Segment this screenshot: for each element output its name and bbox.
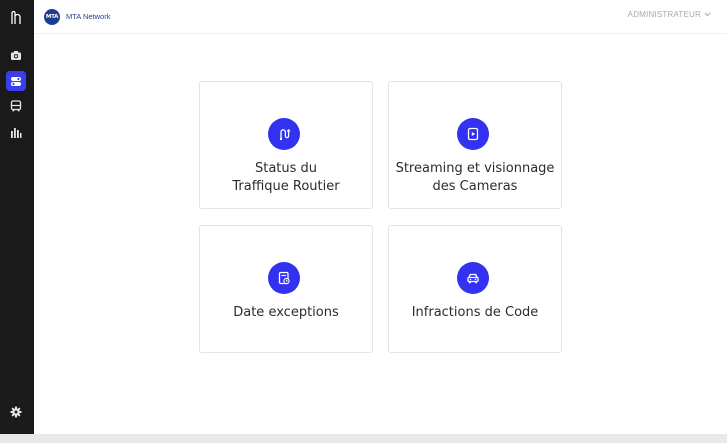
card-label: Status du Traffique Routier — [232, 161, 340, 194]
card-code-infractions[interactable]: Infractions de Code — [388, 225, 562, 353]
brand-logo[interactable]: MTA — [44, 9, 60, 25]
card-camera-streaming[interactable]: Streaming et visionnage des Cameras — [388, 81, 562, 209]
card-label: Infractions de Code — [411, 305, 539, 320]
chevron-down-icon — [704, 12, 711, 17]
car-icon — [457, 262, 489, 294]
card-date-exceptions[interactable]: Date exceptions — [199, 225, 373, 353]
camera-icon[interactable] — [6, 45, 26, 65]
user-menu-label: ADMINISTRATEUR — [627, 10, 701, 19]
bar-chart-icon[interactable] — [6, 122, 26, 142]
gear-icon[interactable] — [6, 402, 26, 422]
calendar-doc-icon — [268, 262, 300, 294]
user-menu[interactable]: ADMINISTRATEUR — [628, 10, 711, 19]
bus-icon[interactable] — [6, 96, 26, 116]
video-file-icon — [457, 118, 489, 150]
app-logo-icon[interactable] — [6, 8, 26, 28]
card-label: Date exceptions — [233, 305, 339, 320]
brand-name[interactable]: MTA Network — [66, 12, 110, 21]
toggle-panel-icon[interactable] — [6, 71, 26, 91]
card-label: Streaming et visionnage des Cameras — [395, 161, 555, 194]
sidebar — [0, 0, 34, 434]
logo-text: MTA — [45, 14, 59, 20]
top-bar: MTA MTA Network ADMINISTRATEUR — [34, 0, 727, 34]
route-icon — [268, 118, 300, 150]
card-traffic-status[interactable]: Status du Traffique Routier — [199, 81, 373, 209]
horizontal-scrollbar[interactable] — [0, 434, 727, 443]
